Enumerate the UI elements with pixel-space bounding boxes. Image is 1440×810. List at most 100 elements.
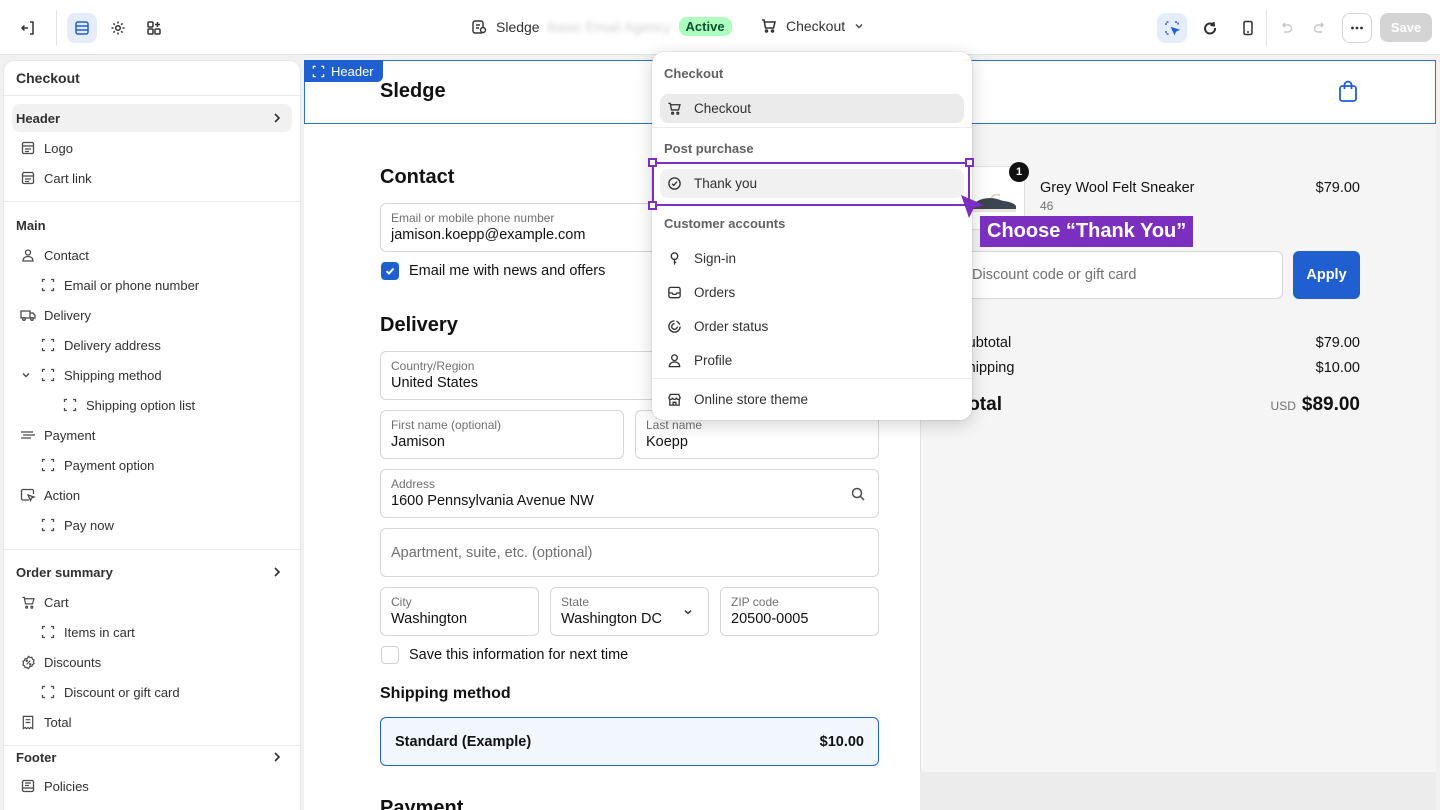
truck-icon — [20, 307, 36, 323]
discount-code-input[interactable]: Discount code or gift card — [958, 251, 1283, 299]
chevron-right-icon — [270, 565, 284, 579]
sidebar-item-label: Policies — [44, 778, 89, 794]
contact-heading: Contact — [380, 166, 455, 188]
product-name: Grey Wool Felt Sneaker — [1040, 180, 1195, 196]
sidebar-item-delivery-address[interactable]: Delivery address — [12, 331, 292, 359]
dropdown-item-label: Online store theme — [694, 392, 809, 407]
sidebar-item-cart-link[interactable]: Cart link — [12, 164, 292, 192]
cash-icon — [20, 427, 36, 443]
sidebar-item-payment[interactable]: Payment — [12, 421, 292, 449]
address-field[interactable]: Address 1600 Pennsylvania Avenue NW — [380, 469, 879, 518]
sidebar-divider — [4, 549, 300, 550]
sidebar-item-cart[interactable]: Cart — [12, 588, 292, 616]
dropdown-item-checkout[interactable]: Checkout — [660, 94, 964, 123]
sidebar-item-payment-option[interactable]: Payment option — [12, 451, 292, 479]
dashed-block-icon — [40, 517, 56, 533]
sidebar-item-label: Delivery address — [64, 337, 161, 353]
more-actions-icon[interactable] — [1342, 13, 1372, 43]
sidebar-item-logo[interactable]: Logo — [12, 134, 292, 162]
state-label: State — [561, 595, 590, 609]
sidebar-item-header[interactable]: Header — [12, 104, 292, 132]
sidebar-item-label: Total — [44, 714, 72, 730]
sidebar-item-total[interactable]: Total — [12, 708, 292, 736]
sidebar-item-footer[interactable]: Footer — [12, 743, 292, 771]
page-type-select[interactable]: Checkout — [760, 17, 865, 35]
city-value: Washington — [391, 611, 468, 627]
quantity-badge: 1 — [1009, 162, 1029, 182]
redo-icon[interactable] — [1305, 13, 1335, 43]
sidebar-item-contact[interactable]: Contact — [12, 241, 292, 269]
sidebar-item-order-summary[interactable]: Order summary — [12, 558, 292, 586]
email-field-label: Email or mobile phone number — [391, 211, 555, 225]
dropdown-item-sign-in[interactable]: Sign-in — [660, 244, 964, 273]
discount-icon — [20, 654, 36, 670]
sidebar-item-label: Header — [16, 110, 61, 126]
sidebar-item-shipping-method[interactable]: Shipping method — [12, 361, 292, 389]
mobile-icon[interactable] — [1233, 13, 1263, 43]
save-button[interactable]: Save — [1380, 13, 1432, 42]
search-icon[interactable] — [850, 486, 866, 502]
sidebar-item-delivery[interactable]: Delivery — [12, 301, 292, 329]
chevron-down-icon[interactable] — [18, 367, 34, 383]
sidebar-item-pay-now[interactable]: Pay now — [12, 511, 292, 539]
refresh-icon[interactable] — [1195, 13, 1225, 43]
toolbar-divider — [56, 10, 57, 46]
sidebar-item-action[interactable]: Action — [12, 481, 292, 509]
sidebar-item-email-or-phone[interactable]: Email or phone number — [12, 271, 292, 299]
inspector-icon[interactable] — [1157, 13, 1187, 43]
subtotal-row: Subtotal $79.00 — [958, 335, 1360, 351]
dashed-block-icon — [40, 337, 56, 353]
total-value: $89.00 — [1301, 394, 1360, 415]
zip-field[interactable]: ZIP code 20500-0005 — [720, 587, 879, 636]
checkbox-checked-icon — [381, 262, 399, 280]
email-news-checkbox[interactable]: Email me with news and offers — [381, 262, 605, 280]
apps-icon[interactable] — [139, 13, 169, 43]
apply-button[interactable]: Apply — [1293, 251, 1360, 299]
shipping-option[interactable]: Standard (Example) $10.00 — [380, 717, 879, 766]
apartment-field[interactable]: Apartment, suite, etc. (optional) — [380, 528, 879, 577]
cart-icon — [666, 101, 682, 117]
first-name-value: Jamison — [391, 434, 445, 450]
checkbox-unchecked-icon — [381, 646, 399, 664]
sidebar-item-items-in-cart[interactable]: Items in cart — [12, 618, 292, 646]
annotation-handle — [965, 158, 974, 167]
first-name-field[interactable]: First name (optional) Jamison — [380, 410, 624, 459]
sidebar-item-policies[interactable]: Policies — [12, 772, 292, 800]
person-icon — [20, 247, 36, 263]
sidebar-item-label: Items in cart — [64, 624, 135, 640]
dashed-block-icon — [40, 624, 56, 640]
address-label: Address — [391, 477, 436, 491]
person-icon — [666, 353, 682, 369]
cursor-click-icon — [20, 487, 36, 503]
header-section-tag[interactable]: Header — [304, 60, 383, 82]
gear-icon[interactable] — [103, 13, 133, 43]
receipt-icon — [20, 714, 36, 730]
store-selector[interactable]: Sledge Basic Email Agency Active — [470, 17, 732, 36]
sections-icon[interactable] — [67, 13, 97, 43]
sidebar-item-label: Main — [16, 217, 46, 233]
dropdown-item-order-status[interactable]: Order status — [660, 312, 964, 341]
product-variant: 46 — [1040, 199, 1054, 213]
save-info-checkbox[interactable]: Save this information for next time — [381, 646, 628, 664]
sidebar-item-label: Cart link — [44, 170, 92, 186]
sidebar-item-shipping-option-list[interactable]: Shipping option list — [12, 391, 292, 419]
sidebar-item-discounts[interactable]: Discounts — [12, 648, 292, 676]
page-select-label: Checkout — [786, 18, 846, 34]
undo-icon[interactable] — [1271, 13, 1301, 43]
inbox-icon — [666, 285, 682, 301]
sidebar-item-discount-or-gift-card[interactable]: Discount or gift card — [12, 678, 292, 706]
discount-placeholder: Discount code or gift card — [972, 267, 1137, 283]
sidebar-item-label: Action — [44, 487, 81, 503]
annotation-handle — [648, 158, 657, 167]
dropdown-item-profile[interactable]: Profile — [660, 346, 964, 375]
city-field[interactable]: City Washington — [380, 587, 539, 636]
shopping-bag-icon[interactable] — [1337, 79, 1359, 103]
key-icon — [666, 251, 682, 267]
dropdown-group-post-purchase: Post purchase — [664, 141, 754, 156]
chevron-down-icon — [682, 606, 694, 618]
dropdown-item-online-store-theme[interactable]: Online store theme — [660, 385, 964, 414]
shop-name[interactable]: Sledge — [380, 80, 446, 103]
dropdown-item-orders[interactable]: Orders — [660, 278, 964, 307]
state-select[interactable]: State Washington DC — [550, 587, 709, 636]
exit-icon[interactable] — [13, 13, 43, 43]
